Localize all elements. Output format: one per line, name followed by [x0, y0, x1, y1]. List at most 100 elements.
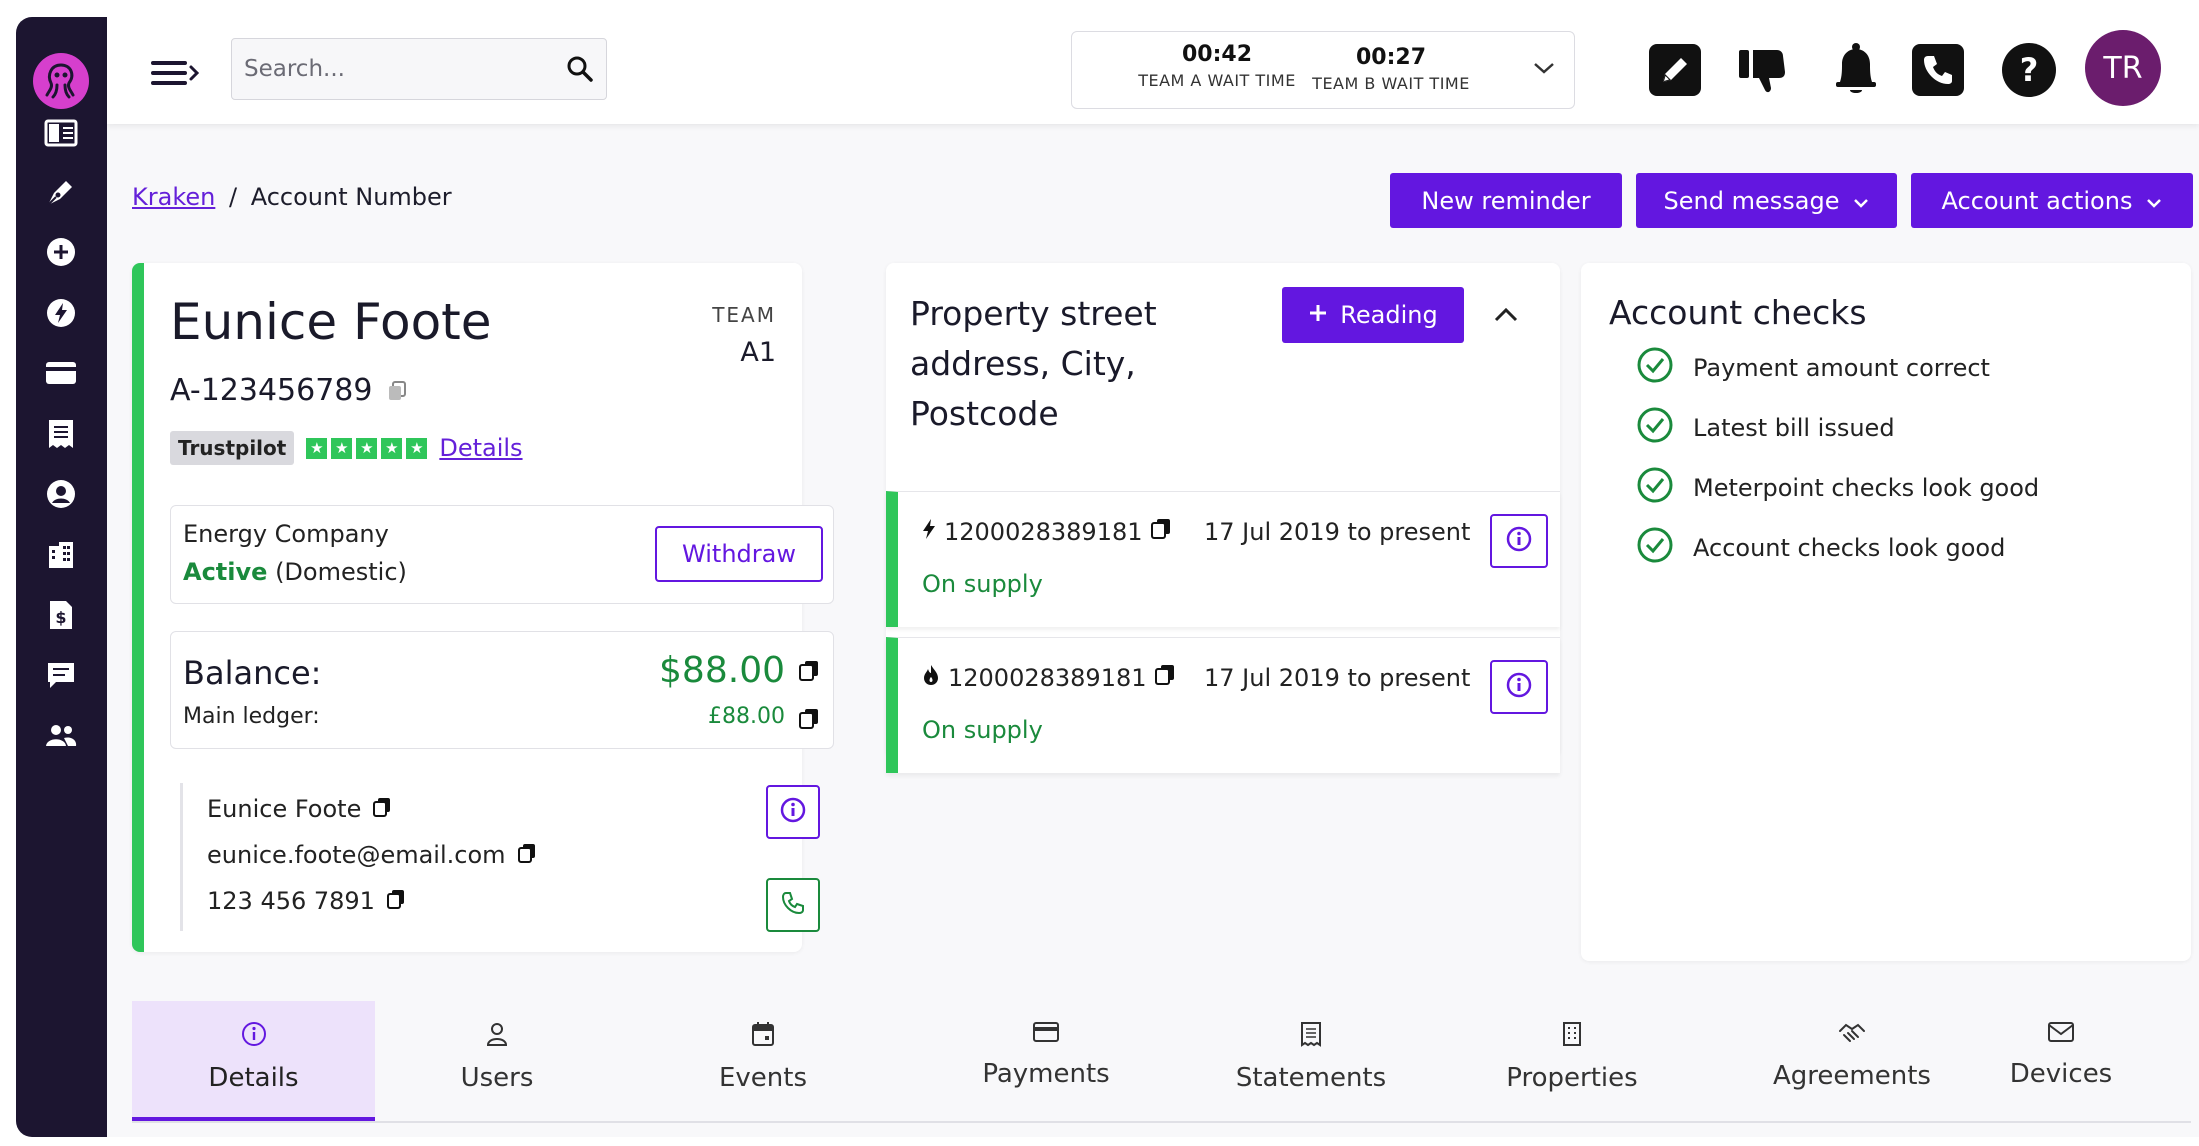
- chevron-down-icon[interactable]: [1532, 60, 1556, 80]
- tab-properties[interactable]: Properties: [1472, 1001, 1672, 1121]
- meter-id: 1200028389181: [948, 664, 1147, 692]
- withdraw-button[interactable]: Withdraw: [655, 526, 823, 582]
- tab-details[interactable]: Details: [132, 1001, 375, 1121]
- user-circle-icon[interactable]: [41, 474, 81, 514]
- book-icon[interactable]: [41, 113, 81, 153]
- meter-status: On supply: [922, 716, 1043, 744]
- credit-card-icon[interactable]: [41, 353, 81, 393]
- status-active: Active: [183, 558, 268, 586]
- supplier-name: Energy Company: [183, 520, 389, 548]
- meter-row-gas: 1200028389181 17 Jul 2019 to present On …: [886, 637, 1560, 773]
- account-actions-button[interactable]: Account actions: [1911, 173, 2193, 228]
- check-circle-icon: [1637, 407, 1673, 449]
- plus-circle-icon[interactable]: [41, 232, 81, 272]
- meter-info-button[interactable]: [1490, 514, 1548, 568]
- trustpilot-row: Trustpilot ★ ★ ★ ★ ★ Details: [170, 431, 523, 465]
- tab-devices[interactable]: Devices: [1986, 1001, 2136, 1121]
- tab-events[interactable]: Events: [698, 1001, 828, 1121]
- new-reminder-button[interactable]: New reminder: [1390, 173, 1622, 228]
- copy-icon[interactable]: [799, 660, 819, 686]
- balance-label: Balance:: [183, 654, 322, 692]
- phone-icon[interactable]: [1907, 39, 1969, 101]
- account-actions-label: Account actions: [1941, 186, 2133, 215]
- ledger-label: Main ledger:: [183, 704, 320, 729]
- check-label: Payment amount correct: [1693, 354, 1990, 382]
- tab-agreements[interactable]: Agreements: [1742, 1001, 1962, 1121]
- meter-dates: 17 Jul 2019 to present: [1204, 518, 1471, 546]
- check-label: Latest bill issued: [1693, 414, 1895, 442]
- building-icon[interactable]: [41, 535, 81, 575]
- copy-icon[interactable]: [388, 374, 407, 409]
- call-customer-button[interactable]: [766, 878, 820, 932]
- contact-details: Eunice Foote eunice.foote@email.com 123 …: [180, 783, 820, 932]
- breadcrumb: Kraken / Account Number: [132, 183, 452, 211]
- meter-info-button[interactable]: [1490, 660, 1548, 714]
- envelope-icon: [2048, 1021, 2074, 1047]
- send-message-button[interactable]: Send message: [1636, 173, 1897, 228]
- calendar-icon: [751, 1021, 775, 1051]
- menu-toggle-icon[interactable]: [149, 53, 205, 93]
- add-reading-button[interactable]: Reading: [1282, 287, 1464, 343]
- chevron-down-icon: [2146, 187, 2162, 215]
- bolt-icon[interactable]: [41, 293, 81, 333]
- supply-status: Active (Domestic): [183, 558, 407, 586]
- contact-info-button[interactable]: [766, 785, 820, 839]
- team-a-wait: 00:42 TEAM A WAIT TIME: [1132, 42, 1302, 90]
- copy-icon[interactable]: [799, 708, 819, 734]
- tab-statements[interactable]: Statements: [1206, 1001, 1416, 1121]
- star-icon: ★: [381, 437, 403, 459]
- credit-card-icon: [1033, 1021, 1059, 1047]
- tab-label: Users: [460, 1063, 534, 1093]
- handshake-icon: [1838, 1021, 1866, 1049]
- tab-payments[interactable]: Payments: [956, 1001, 1136, 1121]
- users-icon[interactable]: [41, 715, 81, 755]
- tab-label: Devices: [2009, 1059, 2113, 1089]
- supply-status-box: Energy Company Active (Domestic) Withdra…: [170, 505, 834, 604]
- receipt-icon[interactable]: [41, 414, 81, 454]
- wait-time-widget[interactable]: 00:42 TEAM A WAIT TIME 00:27 TEAM B WAIT…: [1071, 31, 1575, 109]
- trustpilot-details-link[interactable]: Details: [439, 434, 522, 462]
- kraken-logo[interactable]: [33, 53, 89, 109]
- bell-icon[interactable]: [1825, 39, 1887, 101]
- copy-icon[interactable]: [373, 795, 391, 823]
- chat-icon[interactable]: [41, 655, 81, 695]
- copy-icon[interactable]: [386, 887, 405, 915]
- contact-name: Eunice Foote: [207, 795, 362, 823]
- status-type: (Domestic): [275, 558, 407, 586]
- check-item: Latest bill issued: [1637, 407, 1895, 449]
- check-circle-icon: [1637, 467, 1673, 509]
- copy-icon[interactable]: [517, 841, 536, 869]
- tab-label: Agreements: [1773, 1061, 1931, 1091]
- breadcrumb-root-link[interactable]: Kraken: [132, 183, 215, 211]
- dollar-file-icon[interactable]: $: [41, 595, 81, 635]
- user-avatar[interactable]: TR: [2085, 30, 2161, 106]
- edit-icon[interactable]: [1644, 39, 1706, 101]
- tab-label: Statements: [1235, 1063, 1387, 1093]
- ledger-value: £88.00: [708, 704, 785, 729]
- property-card: Property street address, City, Postcode …: [886, 263, 1560, 773]
- reading-label: Reading: [1340, 301, 1438, 329]
- building-icon: [1561, 1021, 1583, 1051]
- star-icon: ★: [306, 437, 328, 459]
- team-a-time: 00:42: [1181, 42, 1253, 67]
- plus-icon: [1308, 301, 1328, 329]
- send-message-label: Send message: [1663, 186, 1840, 215]
- search-input[interactable]: [244, 39, 544, 99]
- receipt-icon: [1300, 1021, 1322, 1051]
- sidebar: $: [16, 17, 107, 1137]
- tab-label: Details: [208, 1063, 299, 1093]
- thumbs-down-icon[interactable]: [1734, 39, 1796, 101]
- team-b-label: TEAM B WAIT TIME: [1312, 74, 1470, 93]
- star-icon: ★: [406, 437, 428, 459]
- copy-icon[interactable]: [1154, 664, 1175, 692]
- meter-id-row: 1200028389181: [922, 664, 1175, 692]
- help-icon[interactable]: ?: [1998, 39, 2060, 101]
- customer-name: Eunice Foote: [170, 293, 492, 351]
- tab-users[interactable]: Users: [432, 1001, 562, 1121]
- pen-icon[interactable]: [41, 172, 81, 212]
- account-number: A-123456789: [170, 373, 407, 409]
- search-icon[interactable]: [566, 55, 594, 87]
- team-value: A1: [740, 337, 776, 368]
- copy-icon[interactable]: [1150, 518, 1171, 546]
- chevron-up-icon[interactable]: [1490, 299, 1522, 331]
